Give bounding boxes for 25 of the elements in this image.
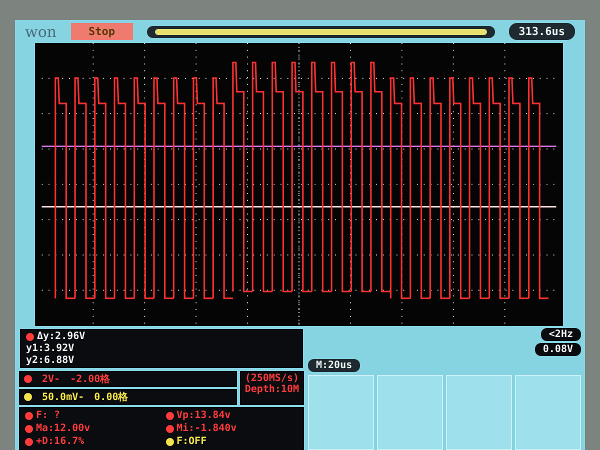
menu-softkey[interactable] — [308, 375, 374, 450]
measurement-value: Ma:12.00v — [25, 423, 158, 434]
menu-softkey[interactable] — [515, 375, 581, 450]
channel-offset: -2.00格 — [70, 372, 110, 386]
menu-softkey[interactable] — [377, 375, 443, 450]
brand-logo: won — [25, 22, 57, 41]
channel-scale: 50.0mV- — [42, 392, 84, 402]
measurement-value: Mi:-1.840v — [166, 423, 298, 434]
measurement-value: Vp:13.84v — [166, 410, 298, 421]
cursor-readout: y2:6.88V — [26, 355, 76, 366]
run-status: Stop — [70, 23, 134, 40]
timebase-label: M:20us — [308, 359, 360, 372]
trigger-time-offset: 313.6us — [508, 23, 575, 40]
channel-offset: 0.00格 — [94, 390, 128, 404]
cursor-readout: y1:3.92V — [26, 343, 76, 354]
trigger-level: 0.08V — [534, 343, 581, 356]
cursor-readout: Δy:2.96V — [26, 331, 297, 342]
channel-scale: 2V- — [42, 374, 60, 384]
menu-softkey[interactable] — [446, 375, 512, 450]
memory-depth: Depth:10M — [244, 384, 299, 395]
measurement-value: F:OFF — [166, 436, 298, 447]
trigger-frequency: <2Hz — [540, 328, 581, 341]
measurement-value: +D:16.7% — [25, 436, 158, 447]
sample-rate: (250MS/s) — [244, 373, 299, 384]
measurement-value: F: ? — [25, 410, 158, 421]
